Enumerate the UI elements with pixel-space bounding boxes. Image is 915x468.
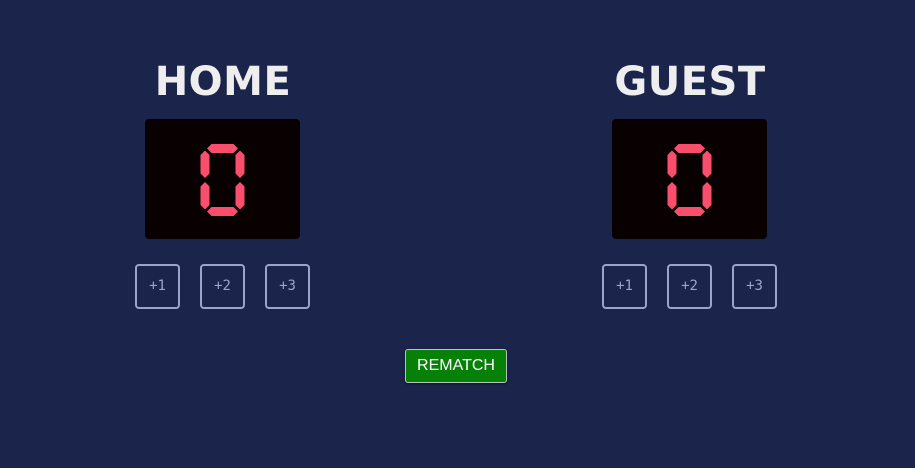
guest-score-digits [667,144,712,216]
home-add-2-button[interactable]: +2 [200,264,245,309]
digit-segment-d [207,207,238,216]
home-score-display [145,119,300,239]
home-title: HOME [154,59,292,105]
digit-segment-a [207,144,238,153]
home-score-digits [200,144,245,216]
digit-segment-b [235,150,245,178]
rematch-button[interactable]: REMATCH [405,349,507,383]
guest-add-3-button[interactable]: +3 [732,264,777,309]
digit-segment-f [667,150,677,178]
home-point-buttons: +1 +2 +3 [135,264,311,309]
guest-title: GUEST [614,59,766,105]
digit-segment-b [702,150,712,178]
digit-segment-d [674,207,705,216]
digit-segment-e [667,182,677,210]
digit-segment-c [702,182,712,210]
guest-point-buttons: +1 +2 +3 [602,264,778,309]
guest-score-display [612,119,767,239]
guest-add-2-button[interactable]: +2 [667,264,712,309]
digit-segment-f [200,150,210,178]
digit-segment-c [235,182,245,210]
home-add-3-button[interactable]: +3 [265,264,310,309]
guest-add-1-button[interactable]: +1 [602,264,647,309]
digit-segment-a [674,144,705,153]
digit-segment-e [200,182,210,210]
home-add-1-button[interactable]: +1 [135,264,180,309]
